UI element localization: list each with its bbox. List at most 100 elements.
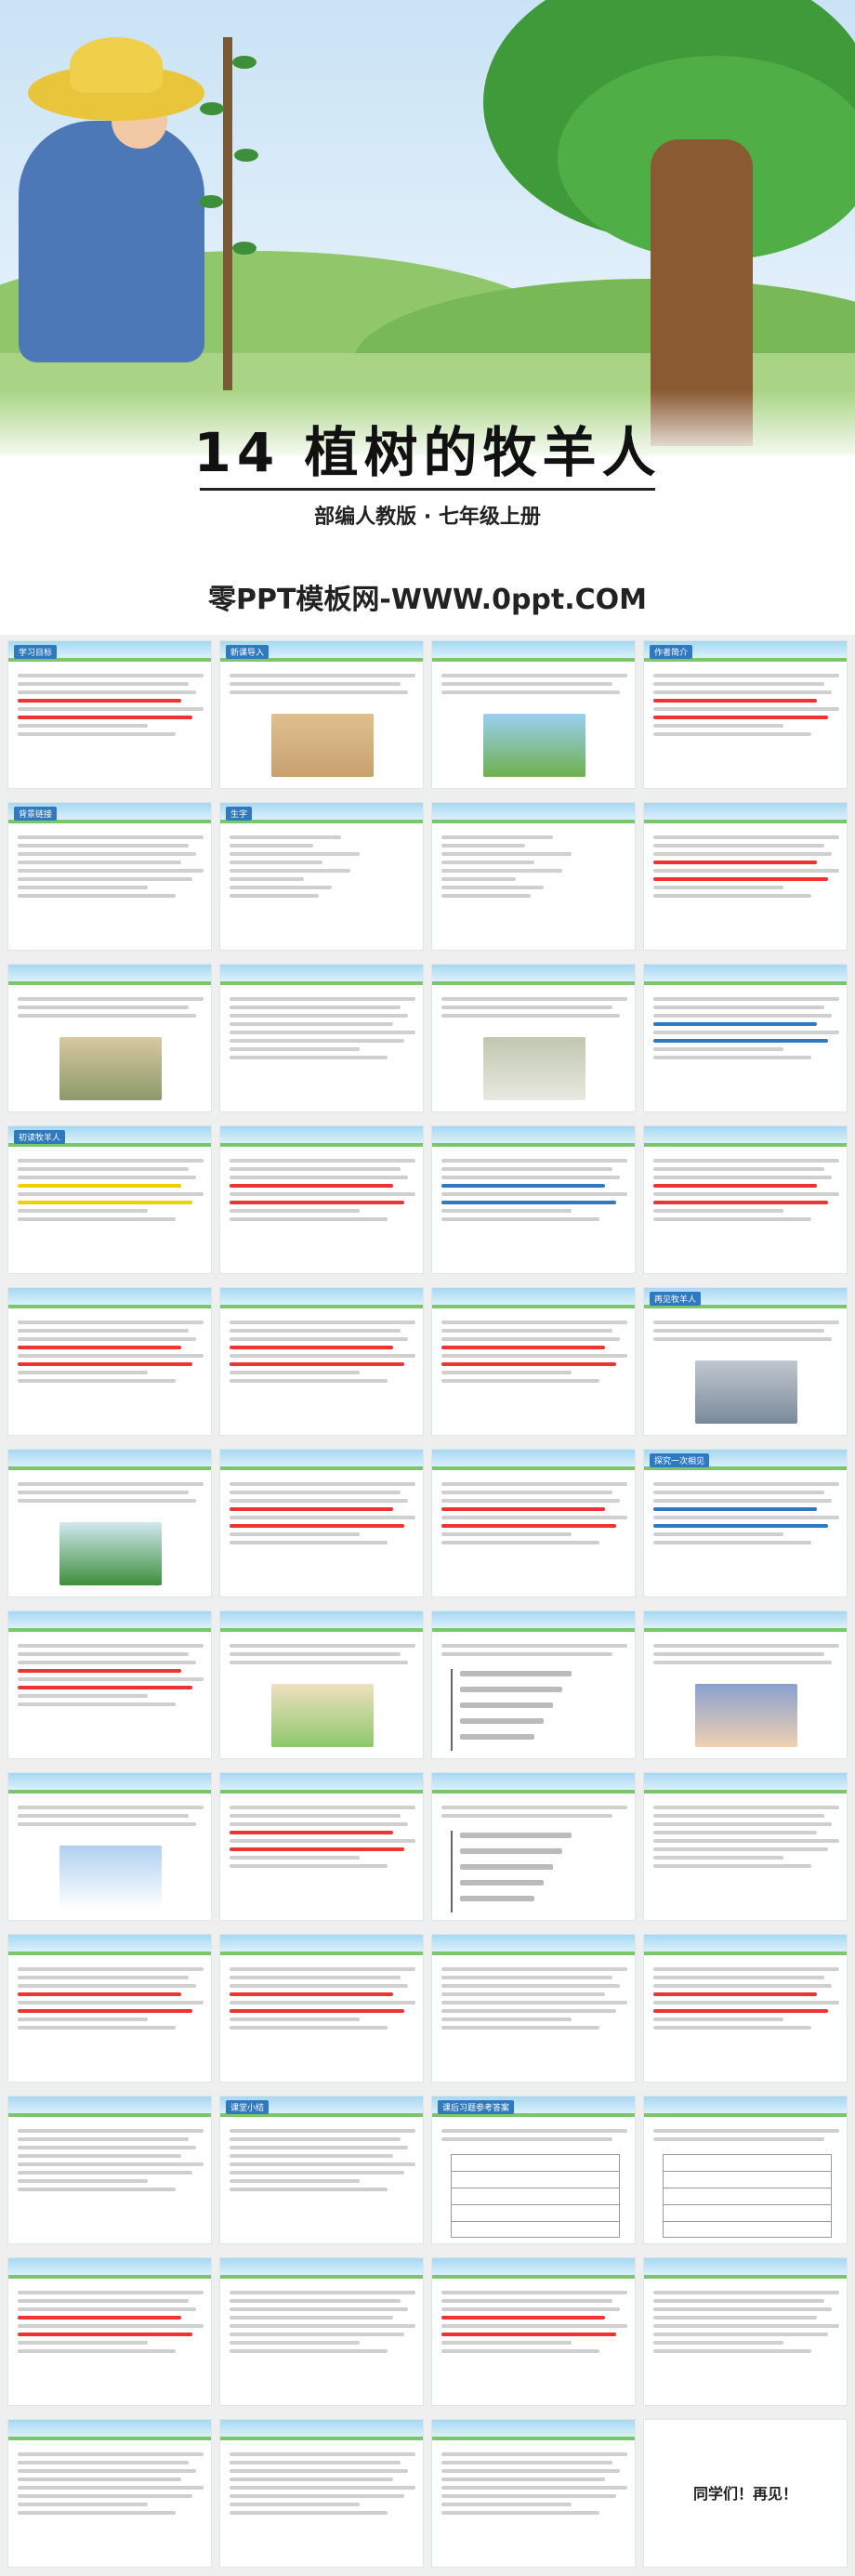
slide-thumbnail[interactable] (431, 1287, 636, 1436)
slide-thumbnail[interactable] (219, 964, 424, 1112)
slide-body (230, 1801, 415, 1873)
slide-thumbnail[interactable] (431, 2257, 636, 2406)
text-line (441, 1354, 627, 1358)
text-line (441, 2469, 620, 2473)
slide-header-band (644, 965, 847, 985)
text-line (653, 1967, 839, 1971)
slide-thumbnail[interactable] (7, 1772, 212, 1921)
slide-thumbnail[interactable] (643, 1125, 848, 1274)
slide-body (230, 1316, 415, 1387)
slide-thumbnail[interactable]: 新课导入 (219, 640, 424, 789)
text-line (18, 1329, 189, 1333)
text-line (18, 869, 204, 873)
slide-thumbnail[interactable] (7, 1610, 212, 1759)
text-line (230, 2154, 393, 2158)
text-line (18, 1184, 181, 1188)
text-line (230, 1822, 408, 1826)
slide-thumbnail[interactable]: 生字 (219, 802, 424, 951)
slide-thumbnail[interactable] (219, 2419, 424, 2568)
text-line (653, 1806, 839, 1809)
slide-thumbnail[interactable] (219, 1125, 424, 1274)
text-line (653, 1209, 783, 1213)
text-line (653, 886, 783, 889)
text-line (441, 1217, 599, 1221)
slide-thumbnail[interactable]: 背景链接 (7, 802, 212, 951)
slide-thumbnail[interactable] (431, 1449, 636, 1597)
text-line (441, 1371, 572, 1374)
slide-body (441, 669, 627, 699)
slide-thumbnail[interactable]: 再见牧羊人 (643, 1287, 848, 1436)
text-line (230, 1516, 415, 1519)
slide-thumbnail[interactable]: 课堂小结 (219, 2096, 424, 2244)
text-line (18, 2009, 192, 2013)
slide-thumbnail[interactable] (219, 1772, 424, 1921)
slide-thumbnail[interactable] (219, 1934, 424, 2083)
text-line (441, 2486, 627, 2490)
slide-thumbnail[interactable] (431, 640, 636, 789)
text-line (18, 2477, 181, 2481)
slide-thumbnail[interactable]: 学习目标 (7, 640, 212, 789)
slide-thumbnail[interactable] (7, 2419, 212, 2568)
text-line (653, 1217, 811, 1221)
slide-thumbnail[interactable] (7, 2257, 212, 2406)
text-line (441, 1167, 612, 1171)
slide-thumbnail[interactable] (643, 2096, 848, 2244)
text-line (653, 869, 839, 873)
text-line (18, 707, 204, 711)
slide-thumbnail[interactable] (643, 802, 848, 951)
title-rule (200, 488, 655, 491)
text-line (653, 2137, 824, 2141)
text-line (653, 1022, 817, 1026)
text-line (230, 2146, 408, 2149)
text-line (230, 1056, 388, 1059)
text-line (18, 1005, 189, 1009)
slide-thumbnail[interactable] (431, 964, 636, 1112)
text-line (230, 1354, 415, 1358)
slide-thumbnail[interactable] (643, 1610, 848, 1759)
text-line (441, 1192, 627, 1196)
slide-thumbnail[interactable] (643, 964, 848, 1112)
text-line (441, 2137, 612, 2141)
slide-thumbnail[interactable] (643, 1934, 848, 2083)
slide-thumbnail[interactable] (643, 1772, 848, 1921)
text-line (441, 1329, 612, 1333)
text-line (441, 1201, 616, 1204)
slide-thumbnail[interactable] (7, 964, 212, 1112)
slide-thumbnail[interactable] (219, 1610, 424, 1759)
slide-thumbnail[interactable] (7, 2096, 212, 2244)
slide-body (653, 1801, 839, 1873)
slide-thumbnail[interactable] (7, 1287, 212, 1436)
slide-thumbnail[interactable] (643, 2257, 848, 2406)
text-line (441, 1532, 572, 1536)
slide-thumbnail[interactable] (431, 2419, 636, 2568)
text-line (230, 1371, 360, 1374)
slide-thumbnail[interactable] (431, 1772, 636, 1921)
farewell-text: 同学们！再见！ (692, 2485, 797, 2503)
slide-section-tag: 探究一次相见 (650, 1453, 710, 1467)
text-line (18, 1984, 196, 1988)
slide-thumbnail[interactable] (219, 1449, 424, 1597)
slide-thumbnail[interactable] (219, 1287, 424, 1436)
slide-thumbnail[interactable] (7, 1934, 212, 2083)
slide-thumbnail[interactable]: 课后习题参考答案 (431, 2096, 636, 2244)
slide-thumbnail[interactable] (431, 802, 636, 951)
text-line (230, 2333, 404, 2336)
slide-thumbnail[interactable]: 探究一次相见 (643, 1449, 848, 1597)
slide-thumbnail[interactable] (431, 1934, 636, 2083)
text-line (441, 1346, 605, 1349)
text-line (230, 2129, 415, 2133)
text-line (441, 2341, 572, 2345)
slide-thumbnail[interactable]: 初读牧羊人 (7, 1125, 212, 1274)
slide-thumbnail[interactable] (431, 1125, 636, 1274)
slide-body (18, 669, 204, 741)
slide-thumbnail[interactable] (7, 1449, 212, 1597)
text-line (441, 861, 534, 864)
cover-title: 14 植树的牧羊人 (193, 421, 662, 484)
slide-thumbnail[interactable]: 同学们！再见！ (643, 2419, 848, 2568)
slide-body (441, 1639, 627, 1661)
slide-thumbnail[interactable] (219, 2257, 424, 2406)
cover-slide[interactable]: 14 植树的牧羊人 部编人教版 · 七年级上册 零PPT模板网-WWW.0ppt… (0, 0, 855, 635)
slide-thumbnail[interactable]: 作者简介 (643, 640, 848, 789)
slide-thumbnail[interactable] (431, 1610, 636, 1759)
text-line (441, 690, 620, 694)
